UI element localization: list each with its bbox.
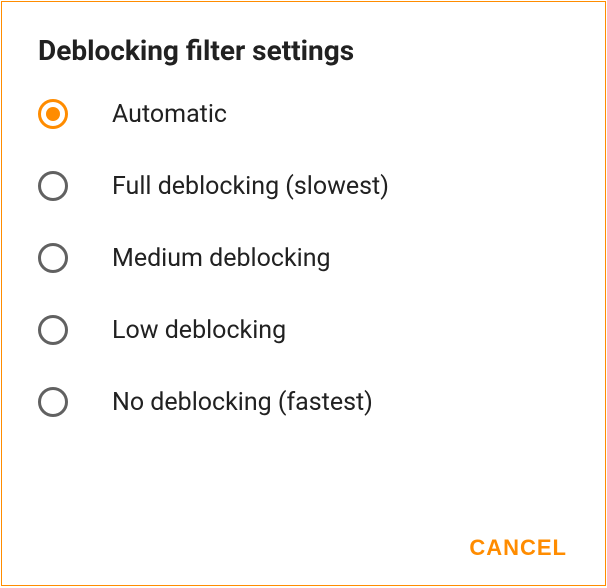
- option-label: Automatic: [112, 100, 227, 129]
- option-label: Medium deblocking: [112, 244, 331, 273]
- radio-icon: [38, 315, 68, 345]
- options-list: Automatic Full deblocking (slowest) Medi…: [38, 99, 569, 519]
- radio-icon: [38, 171, 68, 201]
- option-full-deblocking[interactable]: Full deblocking (slowest): [38, 171, 569, 201]
- option-label: Low deblocking: [112, 316, 286, 345]
- radio-icon: [38, 99, 68, 129]
- dialog-title: Deblocking filter settings: [38, 34, 569, 67]
- option-medium-deblocking[interactable]: Medium deblocking: [38, 243, 569, 273]
- option-label: No deblocking (fastest): [112, 388, 373, 417]
- deblocking-settings-dialog: Deblocking filter settings Automatic Ful…: [1, 1, 606, 586]
- radio-icon: [38, 243, 68, 273]
- cancel-button[interactable]: CANCEL: [467, 531, 569, 565]
- option-low-deblocking[interactable]: Low deblocking: [38, 315, 569, 345]
- dialog-actions: CANCEL: [38, 519, 569, 565]
- option-automatic[interactable]: Automatic: [38, 99, 569, 129]
- radio-icon: [38, 387, 68, 417]
- option-label: Full deblocking (slowest): [112, 172, 389, 201]
- option-no-deblocking[interactable]: No deblocking (fastest): [38, 387, 569, 417]
